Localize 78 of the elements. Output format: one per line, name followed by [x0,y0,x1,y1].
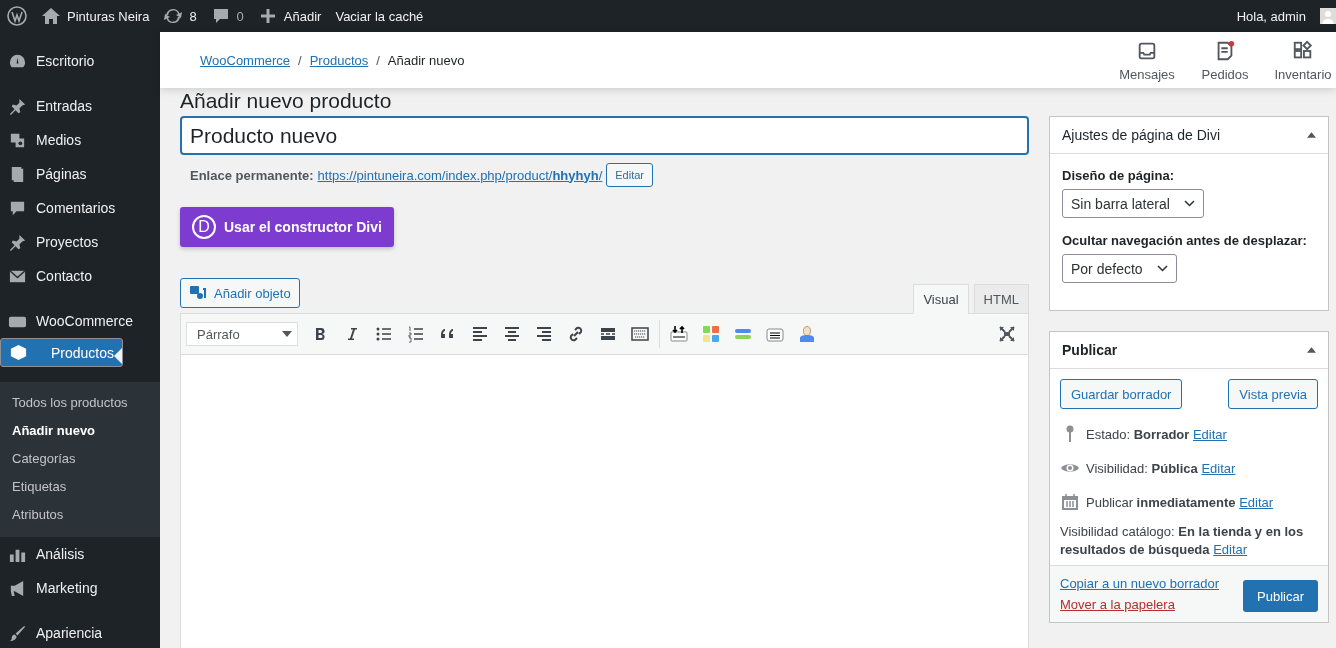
copy-draft-link[interactable]: Copiar a un nuevo borrador [1060,576,1219,591]
format-select[interactable]: Párrafo [186,322,298,346]
chevron-down-icon [1183,200,1195,207]
field-label: Ocultar navegación antes de desplazar: [1062,233,1308,248]
edit-link[interactable]: Editar [1192,426,1227,442]
header-nav-item[interactable]: Mensajes [1108,38,1186,82]
publish-info-text: Visibilidad: Pública Editar [1086,460,1236,476]
breadcrumb-separator: / [298,52,302,68]
editor-tab[interactable]: Visual [913,284,969,314]
publish-info-text: Visibilidad catálogo: En la tienda y en los resultados de búsqueda Editar [1060,523,1305,559]
menu-item[interactable]: Medios [0,123,160,157]
pushpin-icon [8,96,27,116]
header-nav-item[interactable]: Pedidos [1186,38,1264,82]
pushpin-icon [8,232,27,252]
divi-builder-button[interactable]: D Usar el constructor Divi [180,207,394,247]
media-icon [189,285,207,301]
select-field[interactable]: Sin barra lateral [1062,189,1204,218]
cube-icon [9,343,28,362]
editor-tab[interactable]: HTML [973,284,1029,313]
publish-info-text: Publicar inmediatamente Editar [1086,494,1274,510]
edit-permalink-button[interactable]: Editar [606,163,654,187]
breadcrumb-link[interactable]: WooCommerce [200,52,291,68]
wordpress-logo-icon[interactable] [7,6,27,26]
page-title: Añadir nuevo producto [179,88,393,114]
publish-info-text: Estado: Borrador Editar [1086,426,1227,442]
menu-item[interactable]: Proyectos [0,225,160,259]
menu-item[interactable]: WooCommerce [0,304,160,338]
header-nav-item[interactable]: Inventario [1264,38,1336,82]
field-label: Diseño de página: [1062,168,1175,183]
panel-title: Ajustes de página de Divi [1062,127,1220,143]
dropdown-arrow-icon [282,331,292,337]
preview-button[interactable]: Vista previa [1228,379,1318,409]
menu-item[interactable]: Marketing [0,571,160,605]
submenu-item[interactable]: Todos los productos [0,389,160,417]
select-field[interactable]: Por defecto [1062,254,1177,283]
menu-item[interactable]: Comentarios [0,191,160,225]
submenu-item[interactable]: Etiquetas [0,473,160,501]
menu-item[interactable]: Escritorio [0,44,160,78]
brush-icon [8,623,27,643]
title-field[interactable]: Producto nuevo [180,116,1029,155]
submenu-item[interactable]: Categorías [0,445,160,473]
home-icon [41,6,61,26]
menu-item[interactable]: Entradas [0,89,160,123]
updates-link[interactable]: 8 [163,6,197,26]
submenu-item[interactable]: Atributos [0,501,160,529]
comments-link[interactable]: 0 [210,6,244,26]
menu-item[interactable]: Páginas [0,157,160,191]
edit-link[interactable]: Editar [1201,460,1236,476]
clear-cache-link[interactable]: Vaciar la caché [335,8,424,24]
site-name: Pinturas Neira [67,8,150,24]
edit-link[interactable]: Editar [1213,542,1248,557]
submenu-item[interactable]: Añadir nuevo [0,417,160,445]
breadcrumb-link[interactable]: Productos [309,52,369,68]
permalink-link[interactable]: https://pintuneira.com/index.php/product/hhyhyh/ [317,167,603,183]
chevron-down-icon [1156,265,1168,272]
site-name-link[interactable]: Pinturas Neira [41,6,150,26]
trash-link[interactable]: Mover a la papelera [1060,597,1219,612]
menu-item[interactable]: Apariencia [0,616,160,648]
greeting-link[interactable]: Hola, admin [1236,8,1306,24]
collapse-arrow-icon[interactable] [1307,132,1316,138]
breadcrumb-separator: / [376,52,380,68]
edit-link[interactable]: Editar [1239,494,1274,510]
permalink-label: Enlace permanente: [190,167,314,183]
breadcrumb-current: Añadir nuevo [387,52,465,68]
add-media-button[interactable]: Añadir objeto [180,278,300,308]
refresh-icon [163,6,184,26]
new-label: Añadir [283,8,322,24]
save-draft-button[interactable]: Guardar borrador [1060,379,1183,409]
menu-item[interactable]: Análisis [0,537,160,571]
new-link[interactable]: Añadir [257,6,322,26]
comments-count: 0 [236,8,244,24]
calendar-icon [1060,492,1080,512]
menu-item[interactable]: Productos [0,338,124,367]
menu-item[interactable]: Contacto [0,259,160,293]
publish-button[interactable]: Publicar [1243,580,1318,612]
updates-count: 8 [189,8,197,24]
collapse-arrow-icon[interactable] [1307,347,1316,353]
panel-title: Publicar [1062,342,1118,358]
